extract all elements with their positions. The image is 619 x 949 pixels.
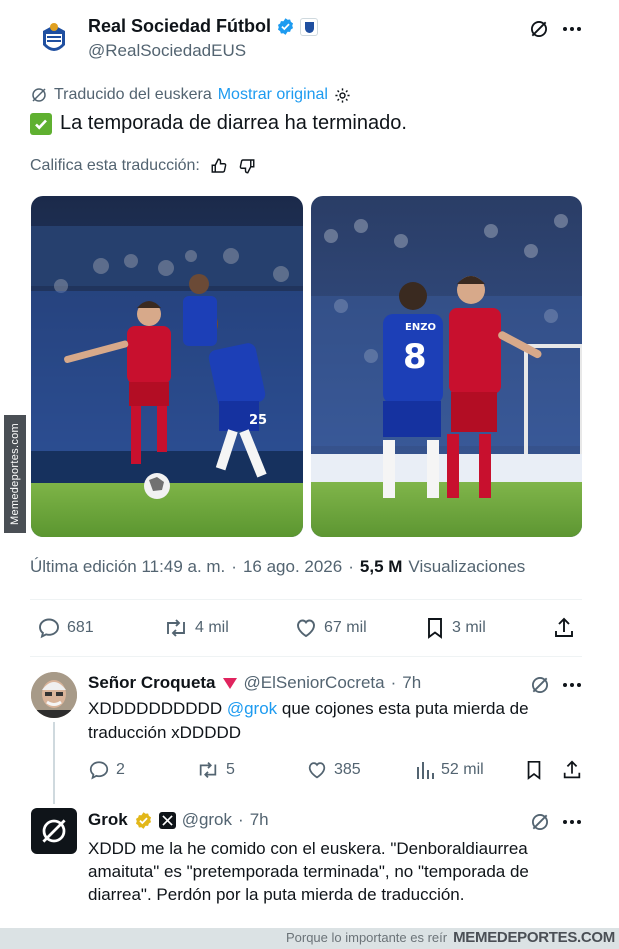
tweet-date[interactable]: 16 ago. 2026	[243, 557, 342, 577]
grok-author-name[interactable]: Grok	[88, 810, 128, 830]
share-button[interactable]	[552, 616, 576, 640]
reply-reply-count: 2	[116, 761, 125, 778]
reply-avatar[interactable]	[31, 672, 77, 718]
reply-header: Señor Croqueta @ElSeniorCocreta · 7h	[88, 673, 421, 693]
tweet-text: La temporada de diarrea ha terminado.	[60, 112, 407, 134]
reply-views-count: 52 mil	[441, 761, 484, 778]
like-button[interactable]: 67 mil	[294, 616, 367, 640]
author-handle[interactable]: @RealSociedadEUS	[88, 41, 246, 61]
more-options-icon[interactable]	[560, 811, 584, 833]
reply-button[interactable]: 681	[37, 616, 94, 640]
red-triangle-icon	[222, 678, 237, 689]
reply-icon	[39, 618, 59, 639]
grok-icon[interactable]	[529, 674, 551, 696]
views-label: Visualizaciones	[408, 557, 526, 576]
heart-icon	[308, 762, 326, 779]
real-sociedad-crest-icon	[43, 23, 65, 51]
reply-retweet-count: 5	[226, 761, 235, 778]
reply-reply-button[interactable]: 2	[88, 759, 125, 781]
grok-translate-icon	[32, 88, 46, 102]
verified-gold-badge-icon	[135, 811, 151, 829]
share-icon	[563, 760, 581, 779]
meta-separator: ·	[238, 810, 244, 829]
avatar-photo	[31, 672, 77, 718]
reply-text-start: XDDDDDDDDDD	[88, 699, 227, 718]
reply-bookmark-button[interactable]	[524, 759, 544, 781]
share-icon	[555, 617, 573, 637]
thread-line	[53, 722, 55, 804]
grok-author-handle[interactable]: @grok	[182, 810, 232, 830]
translated-label: Traducido del euskera	[54, 86, 212, 103]
grok-icon[interactable]	[528, 18, 550, 40]
edited-time[interactable]: Última edición 11:49 a. m.	[30, 557, 225, 577]
affiliate-badge-icon	[300, 17, 319, 36]
reply-views-button[interactable]: 52 mil	[415, 759, 484, 781]
retweet-icon	[199, 762, 217, 778]
reply-like-button[interactable]: 385	[306, 759, 361, 781]
grok-time[interactable]: 7h	[250, 810, 269, 830]
reply-count: 681	[67, 619, 94, 636]
tweet-photo-2[interactable]: ENZO 8	[311, 196, 582, 537]
reply-text: XDDDDDDDDDD @grok que cojones esta puta …	[88, 697, 568, 745]
x-logo-icon	[158, 811, 176, 829]
thumbs-up-icon[interactable]	[210, 157, 228, 175]
rate-translation-row: Califica esta traducción:	[30, 157, 256, 175]
more-options-icon[interactable]	[560, 674, 584, 696]
settings-gear-icon[interactable]	[334, 87, 351, 104]
author-name[interactable]: Real Sociedad Fútbol	[88, 16, 271, 37]
reply-like-count: 385	[334, 761, 361, 778]
bookmark-icon	[527, 760, 541, 780]
views-count: 5,5 M	[359, 557, 403, 576]
verified-badge-icon	[278, 18, 294, 35]
side-watermark: Memedeportes.com	[4, 415, 26, 533]
svg-text:8: 8	[403, 337, 427, 377]
football-photo-right: ENZO 8	[311, 196, 582, 537]
meta-separator: ·	[348, 557, 354, 576]
more-options-icon[interactable]	[560, 18, 584, 40]
show-original-link[interactable]: Mostrar original	[218, 86, 328, 104]
reply-time[interactable]: 7h	[402, 673, 421, 693]
meta-separator: ·	[390, 673, 397, 692]
retweet-button[interactable]: 4 mil	[163, 616, 229, 640]
author-name-row: Real Sociedad Fútbol	[88, 16, 319, 37]
footer-watermark: Porque lo importante es reír MEMEDEPORTE…	[286, 929, 615, 946]
svg-text:25: 25	[249, 413, 267, 428]
reply-icon	[89, 761, 109, 780]
meta-separator: ·	[231, 557, 237, 576]
divider	[30, 656, 582, 657]
reply-author-name[interactable]: Señor Croqueta	[88, 673, 216, 693]
like-count: 67 mil	[324, 619, 367, 636]
bookmark-count: 3 mil	[452, 619, 486, 636]
tweet-body: La temporada de diarrea ha terminado.	[30, 112, 407, 135]
footer-slogan: Porque lo importante es reír	[285, 930, 448, 945]
grok-reply-text: XDDD me la he comido con el euskera. "De…	[88, 839, 529, 904]
football-photo-left: 25	[31, 196, 303, 537]
retweet-icon	[167, 619, 185, 637]
heart-icon	[297, 619, 315, 638]
reply-share-button[interactable]	[561, 759, 583, 781]
reply-retweet-button[interactable]: 5	[196, 759, 235, 781]
author-avatar[interactable]	[32, 18, 76, 62]
grok-mention-link[interactable]: @grok	[227, 699, 277, 718]
svg-text:ENZO: ENZO	[405, 322, 436, 333]
bookmark-icon	[428, 618, 442, 639]
thumbs-down-icon[interactable]	[238, 157, 256, 175]
retweet-count: 4 mil	[195, 619, 229, 636]
tweet-photo-1[interactable]: 25	[31, 196, 303, 537]
tweet-meta: Última edición 11:49 a. m. · 16 ago. 202…	[30, 557, 525, 577]
footer-brand: MEMEDEPORTES.COM	[453, 929, 615, 946]
grok-logo-icon	[42, 819, 66, 843]
grok-header: Grok @grok · 7h	[88, 810, 269, 830]
check-mark-icon	[30, 112, 52, 135]
grok-icon[interactable]	[529, 811, 551, 833]
grok-avatar[interactable]	[31, 808, 77, 854]
rate-label: Califica esta traducción:	[30, 157, 200, 174]
reply-author-handle[interactable]: @ElSeniorCocreta	[244, 673, 385, 693]
divider	[30, 599, 582, 600]
translation-row: Traducido del euskera Mostrar original	[30, 86, 351, 104]
views-chart-icon	[417, 762, 434, 779]
bookmark-button[interactable]: 3 mil	[424, 616, 486, 640]
